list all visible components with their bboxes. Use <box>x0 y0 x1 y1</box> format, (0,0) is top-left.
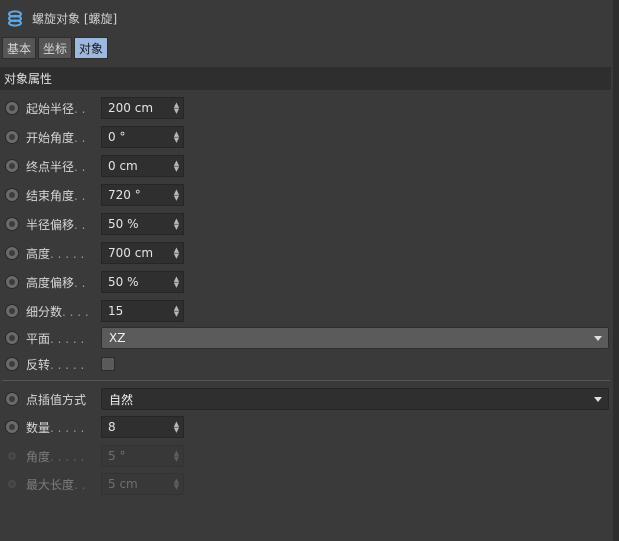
scrollbar[interactable] <box>613 0 619 541</box>
end-radius-field[interactable]: 0 cm ▲ ▼ <box>101 155 184 177</box>
panel-title: 螺旋对象 [螺旋] <box>32 12 118 26</box>
param-label: 点插值方式 <box>26 393 87 407</box>
animate-radio <box>7 479 17 489</box>
param-label: 终点半径. . <box>26 160 86 174</box>
animate-radio[interactable] <box>5 357 19 371</box>
section-divider <box>2 380 610 381</box>
animate-radio[interactable] <box>5 130 19 144</box>
animate-radio[interactable] <box>5 246 19 260</box>
param-label: 角度. . . . . <box>26 450 85 464</box>
spinner-arrows-icon[interactable]: ▲ ▼ <box>173 160 180 173</box>
param-label: 开始角度. . <box>26 131 86 145</box>
animate-radio[interactable] <box>5 275 19 289</box>
height-bias-field[interactable]: 50 % ▲ ▼ <box>101 271 184 293</box>
animate-radio[interactable] <box>5 188 19 202</box>
param-label: 半径偏移. . <box>26 218 86 232</box>
section-header-object-properties: 对象属性 <box>0 67 611 90</box>
param-row-end-radius: 终点半径. . 0 cm ▲ ▼ <box>0 154 611 178</box>
spinner-arrows-icon[interactable]: ▲ ▼ <box>173 276 180 289</box>
radius-bias-field[interactable]: 50 % ▲ ▼ <box>101 213 184 235</box>
tab-coordinates[interactable]: 坐标 <box>38 37 73 59</box>
spinner-arrows-icon[interactable]: ▲ ▼ <box>173 189 180 202</box>
param-label: 反转. . . . . <box>26 358 85 372</box>
subdivisions-field[interactable]: 15 ▲ ▼ <box>101 300 184 322</box>
param-row-radius-bias: 半径偏移. . 50 % ▲ ▼ <box>0 212 611 236</box>
param-label: 起始半径. . <box>26 102 86 116</box>
param-row-end-angle: 结束角度. . 720 ° ▲ ▼ <box>0 183 611 207</box>
param-row-count: 数量. . . . . 8 ▲ ▼ <box>0 415 611 439</box>
param-label: 平面. . . . . <box>26 332 85 346</box>
animate-radio[interactable] <box>5 304 19 318</box>
end-angle-field[interactable]: 720 ° ▲ ▼ <box>101 184 184 206</box>
angle-field: 5 ° ▲ ▼ <box>101 445 184 467</box>
plane-dropdown[interactable]: XZ <box>101 327 609 349</box>
interpolation-dropdown[interactable]: 自然 <box>101 388 609 410</box>
start-radius-field[interactable]: 200 cm ▲ ▼ <box>101 97 184 119</box>
param-row-plane: 平面. . . . . XZ <box>0 326 611 350</box>
param-row-start-radius: 起始半径. . 200 cm ▲ ▼ <box>0 96 611 120</box>
animate-radio[interactable] <box>5 331 19 345</box>
spinner-arrows-icon[interactable]: ▲ ▼ <box>173 131 180 144</box>
tab-bar: 基本 坐标 对象 <box>2 37 109 59</box>
spinner-arrows-icon: ▲ ▼ <box>173 477 180 491</box>
animate-radio[interactable] <box>5 420 19 434</box>
chevron-down-icon <box>594 336 602 341</box>
param-label: 细分数. . . . <box>26 305 89 319</box>
param-row-angle: 角度. . . . . 5 ° ▲ ▼ <box>0 444 611 468</box>
tab-object[interactable]: 对象 <box>74 37 109 59</box>
animate-radio[interactable] <box>5 392 19 406</box>
param-row-subdivisions: 细分数. . . . 15 ▲ ▼ <box>0 299 611 323</box>
param-row-max-length: 最大长度. . 5 cm ▲ ▼ <box>0 472 611 496</box>
panel-title-bar: 螺旋对象 [螺旋] <box>0 0 613 36</box>
animate-radio[interactable] <box>5 159 19 173</box>
spinner-arrows-icon: ▲ ▼ <box>173 449 180 463</box>
reverse-checkbox[interactable] <box>101 357 115 371</box>
animate-radio <box>7 451 17 461</box>
animate-radio[interactable] <box>5 217 19 231</box>
param-label: 结束角度. . <box>26 189 86 203</box>
chevron-down-icon <box>594 397 602 402</box>
param-row-height-bias: 高度偏移. . 50 % ▲ ▼ <box>0 270 611 294</box>
spinner-arrows-icon[interactable]: ▲ ▼ <box>173 102 180 115</box>
spiral-spline-icon <box>8 10 22 27</box>
spinner-arrows-icon[interactable]: ▲ ▼ <box>173 421 180 434</box>
height-field[interactable]: 700 cm ▲ ▼ <box>101 242 184 264</box>
param-label: 数量. . . . . <box>26 421 85 435</box>
param-row-height: 高度. . . . . 700 cm ▲ ▼ <box>0 241 611 265</box>
param-label: 最大长度. . <box>26 478 86 492</box>
param-row-start-angle: 开始角度. . 0 ° ▲ ▼ <box>0 125 611 149</box>
spinner-arrows-icon[interactable]: ▲ ▼ <box>173 218 180 231</box>
param-label: 高度偏移. . <box>26 276 86 290</box>
param-row-reverse: 反转. . . . . <box>0 352 611 376</box>
param-row-interpolation: 点插值方式 自然 <box>0 387 611 411</box>
spinner-arrows-icon[interactable]: ▲ ▼ <box>173 305 180 318</box>
tab-basic[interactable]: 基本 <box>2 37 37 59</box>
max-length-field: 5 cm ▲ ▼ <box>101 473 184 495</box>
animate-radio[interactable] <box>5 101 19 115</box>
start-angle-field[interactable]: 0 ° ▲ ▼ <box>101 126 184 148</box>
spinner-arrows-icon[interactable]: ▲ ▼ <box>173 247 180 260</box>
count-field[interactable]: 8 ▲ ▼ <box>101 416 184 438</box>
param-label: 高度. . . . . <box>26 247 85 261</box>
